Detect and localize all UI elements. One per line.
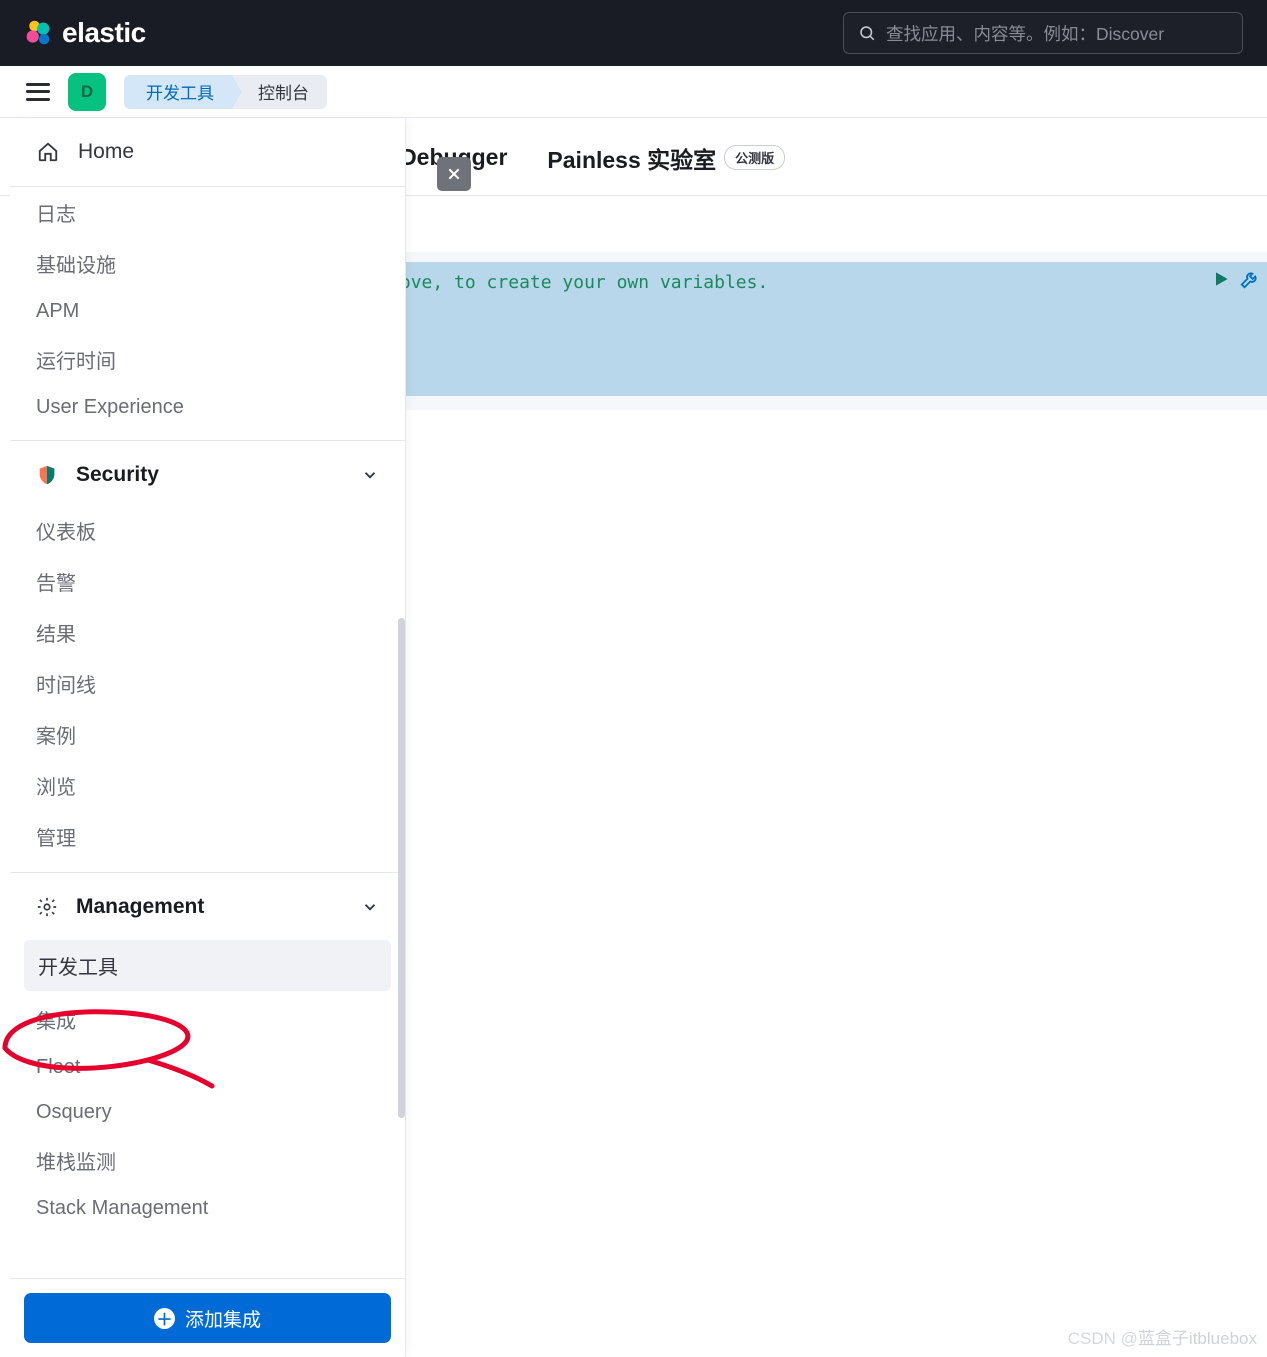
side-navigation-panel: Home 日志 基础设施 APM 运行时间 User Experience Se… — [10, 118, 406, 1357]
breadcrumb-console: 控制台 — [232, 75, 327, 109]
breadcrumb: 开发工具 控制台 — [124, 75, 327, 109]
top-header: elastic 查找应用、内容等。例如：Discover — [0, 0, 1267, 66]
nav-item-alerts[interactable]: 告警 — [10, 556, 405, 607]
nav-item-dashboard[interactable]: 仪表板 — [10, 505, 405, 556]
nav-item-timeline[interactable]: 时间线 — [10, 658, 405, 709]
nav-item-dev-tools[interactable]: 开发工具 — [24, 940, 391, 991]
nav-item-user-experience[interactable]: User Experience — [10, 385, 405, 430]
nav-footer: ＋ 添加集成 — [10, 1278, 405, 1357]
nav-item-stack-monitoring[interactable]: 堆栈监测 — [10, 1135, 405, 1186]
section-security-title: Security — [76, 463, 159, 487]
section-management[interactable]: Management — [10, 872, 405, 937]
home-icon — [36, 141, 60, 163]
header-search[interactable]: 查找应用、内容等。例如：Discover — [843, 12, 1243, 54]
add-integration-label: 添加集成 — [185, 1305, 261, 1332]
nav-home[interactable]: Home — [10, 118, 405, 187]
add-integration-button[interactable]: ＋ 添加集成 — [24, 1293, 391, 1343]
search-icon — [858, 24, 876, 42]
editor-actions — [1211, 268, 1261, 290]
nav-item-apm[interactable]: APM — [10, 289, 405, 334]
nav-item-fleet[interactable]: Fleet — [10, 1045, 405, 1090]
tab-painless-lab[interactable]: Painless 实验室 公测版 — [547, 141, 785, 175]
nav-home-label: Home — [78, 140, 134, 164]
close-nav-button[interactable] — [437, 157, 471, 191]
brand-logo[interactable]: elastic — [24, 17, 146, 49]
wrench-icon[interactable] — [1239, 268, 1261, 290]
brand-text: elastic — [62, 17, 146, 49]
plus-circle-icon: ＋ — [154, 1308, 175, 1329]
play-icon[interactable] — [1211, 269, 1231, 289]
nav-item-stack-management[interactable]: Stack Management — [10, 1186, 405, 1231]
section-security[interactable]: Security — [10, 440, 405, 505]
nav-item-manage[interactable]: 管理 — [10, 811, 405, 862]
nav-item-uptime[interactable]: 运行时间 — [10, 334, 405, 385]
search-placeholder: 查找应用、内容等。例如：Discover — [886, 21, 1164, 46]
gear-icon — [36, 896, 58, 918]
nav-item-integrations[interactable]: 集成 — [10, 994, 405, 1045]
watermark-author: 蓝盒子itbluebox — [1138, 1329, 1257, 1348]
shield-icon — [36, 463, 58, 487]
watermark: CSDN @蓝盒子itbluebox — [1068, 1324, 1257, 1349]
beta-badge: 公测版 — [724, 145, 785, 170]
chevron-down-icon — [361, 898, 379, 916]
nav-toggle-button[interactable] — [26, 83, 50, 101]
section-management-title: Management — [76, 895, 204, 919]
secondary-bar: D 开发工具 控制台 — [0, 66, 1267, 118]
nav-item-infrastructure[interactable]: 基础设施 — [10, 238, 405, 289]
nav-item-explore[interactable]: 浏览 — [10, 760, 405, 811]
nav-item-cases[interactable]: 案例 — [10, 709, 405, 760]
watermark-prefix: CSDN @ — [1068, 1329, 1138, 1348]
elastic-logo-icon — [24, 19, 52, 47]
nav-item-logs[interactable]: 日志 — [10, 187, 405, 238]
tab-painless-text: Painless 实验室 — [547, 141, 716, 175]
console-editor[interactable]: ton, above, to create your own variables… — [324, 262, 1267, 396]
scrollbar-thumb[interactable] — [398, 618, 405, 1118]
nav-item-osquery[interactable]: Osquery — [10, 1090, 405, 1135]
editor-comment-line: ton, above, to create your own variables… — [324, 272, 1267, 293]
nav-item-results[interactable]: 结果 — [10, 607, 405, 658]
chevron-down-icon — [361, 466, 379, 484]
breadcrumb-dev-tools[interactable]: 开发工具 — [124, 75, 232, 109]
close-icon — [446, 166, 462, 182]
space-avatar[interactable]: D — [68, 73, 106, 111]
